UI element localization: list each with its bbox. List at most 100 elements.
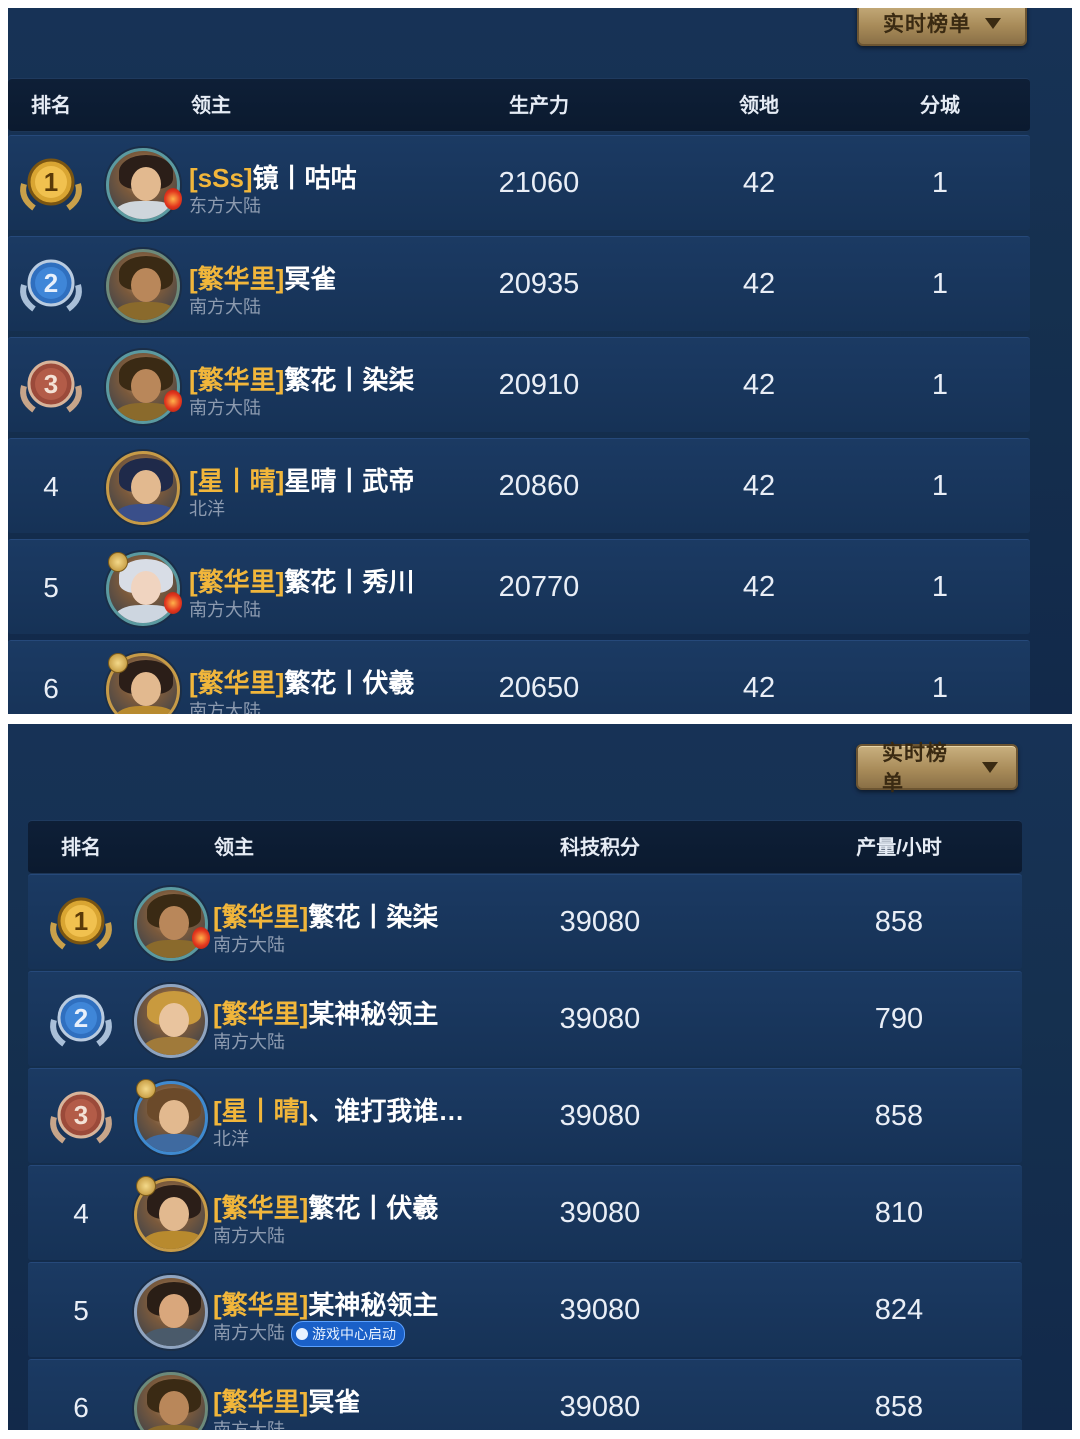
svg-text:1: 1	[44, 167, 58, 197]
dropdown-label: 实时榜单	[882, 742, 948, 795]
table-row[interactable]: 4 [星丨晴]星晴丨武帝 北洋 20860 42 1	[8, 438, 1030, 533]
lord-name[interactable]: [星丨晴]星晴丨武帝	[189, 461, 414, 498]
table-header: 排名 领主 科技积分 产量/小时	[28, 820, 1022, 874]
avatar[interactable]	[134, 984, 208, 1058]
avatar[interactable]	[134, 1275, 208, 1349]
rank-number: 4	[43, 471, 59, 502]
output-per-hour-value: 858	[874, 1391, 924, 1423]
header-lord: 领主	[191, 95, 231, 117]
lord-region: 东方大陆	[189, 196, 261, 216]
avatar[interactable]	[106, 249, 180, 323]
svg-text:2: 2	[74, 1003, 88, 1033]
silver-medal-icon: 2	[50, 994, 112, 1047]
lord-region: 南方大陆	[189, 701, 261, 714]
table-row[interactable]: 3 [繁华里]繁花丨染柒 南方大陆 20910 42 1	[8, 337, 1030, 432]
output-per-hour-value: 790	[874, 1003, 924, 1035]
lord-name[interactable]: [繁华里]繁花丨染柒	[189, 360, 414, 397]
avatar[interactable]	[134, 887, 208, 961]
svg-text:3: 3	[44, 369, 58, 399]
crown-badge-icon	[108, 653, 128, 673]
table-row[interactable]: 5 [繁华里]繁花丨秀川 南方大陆 20770 42 1	[8, 539, 1030, 634]
avatar[interactable]	[106, 148, 180, 222]
production-value: 20935	[498, 268, 580, 300]
rank-number: 4	[73, 1198, 89, 1229]
game-center-icon	[296, 1328, 308, 1341]
territory-value: 42	[742, 268, 776, 300]
header-output-per-hour: 产量/小时	[856, 837, 942, 859]
lantern-icon	[192, 927, 210, 949]
table-row[interactable]: 3 [星丨晴]、谁打我谁… 北洋 39080 858	[28, 1068, 1022, 1163]
table-row[interactable]: 1 [sSs]镜丨咕咕 东方大陆 21060 42 1	[8, 135, 1030, 230]
lord-name[interactable]: [繁华里]繁花丨染柒	[213, 897, 438, 934]
lord-region: 南方大陆	[213, 935, 285, 955]
table-row[interactable]: 6 [繁华里]冥雀 南方大陆 39080 858	[28, 1359, 1022, 1430]
territory-value: 42	[742, 571, 776, 603]
lord-region: 北洋	[189, 499, 225, 519]
output-per-hour-value: 858	[874, 906, 924, 938]
territory-value: 42	[742, 470, 776, 502]
lord-region: 北洋	[213, 1129, 249, 1149]
crown-badge-icon	[108, 552, 128, 572]
lord-name[interactable]: [星丨晴]、谁打我谁…	[213, 1091, 464, 1128]
lord-region: 南方大陆 游戏中心启动	[213, 1319, 405, 1348]
silver-medal-icon: 2	[20, 259, 82, 312]
realtime-ranking-dropdown[interactable]: 实时榜单	[857, 8, 1027, 46]
lantern-icon	[164, 592, 182, 614]
table-header: 排名 领主 生产力 领地 分城	[8, 78, 1030, 132]
lord-name[interactable]: [繁华里]繁花丨秀川	[189, 562, 414, 599]
caret-down-icon	[982, 761, 998, 773]
game-center-launch-badge[interactable]: 游戏中心启动	[291, 1321, 405, 1348]
lord-name[interactable]: [繁华里]某神秘领主	[213, 1285, 438, 1322]
branch-city-value: 1	[931, 571, 949, 603]
output-per-hour-value: 824	[874, 1294, 924, 1326]
branch-city-value: 1	[931, 167, 949, 199]
lantern-icon	[164, 390, 182, 412]
header-branch-city: 分城	[920, 95, 960, 117]
lord-name[interactable]: [sSs]镜丨咕咕	[189, 158, 357, 195]
table-row[interactable]: 2 [繁华里]冥雀 南方大陆 20935 42 1	[8, 236, 1030, 331]
branch-city-value: 1	[931, 672, 949, 704]
territory-value: 42	[742, 369, 776, 401]
rank-number: 6	[43, 673, 59, 704]
svg-text:1: 1	[74, 906, 88, 936]
lord-name[interactable]: [繁华里]某神秘领主	[213, 994, 438, 1031]
production-value: 20650	[498, 672, 580, 704]
table-row[interactable]: 5 [繁华里]某神秘领主 南方大陆 游戏中心启动 39080 824	[28, 1262, 1022, 1357]
branch-city-value: 1	[931, 268, 949, 300]
rank-number: 6	[73, 1392, 89, 1423]
lord-region: 南方大陆	[213, 1420, 285, 1430]
rank-number: 5	[43, 572, 59, 603]
lord-name[interactable]: [繁华里]繁花丨伏羲	[189, 663, 414, 700]
table-row[interactable]: 6 [繁华里]繁花丨伏羲 南方大陆 20650 42 1	[8, 640, 1030, 714]
gold-medal-icon: 1	[50, 897, 112, 950]
table-row[interactable]: 1 [繁华里]繁花丨染柒 南方大陆 39080 858	[28, 874, 1022, 969]
dropdown-label: 实时榜单	[883, 13, 971, 36]
output-per-hour-value: 810	[874, 1197, 924, 1229]
gold-medal-icon: 1	[20, 158, 82, 211]
output-per-hour-value: 858	[874, 1100, 924, 1132]
avatar[interactable]	[106, 350, 180, 424]
lord-region: 南方大陆	[213, 1226, 285, 1246]
lord-name[interactable]: [繁华里]冥雀	[189, 259, 336, 296]
table-row[interactable]: 2 [繁华里]某神秘领主 南方大陆 39080 790	[28, 971, 1022, 1066]
header-production: 生产力	[509, 95, 569, 117]
production-ranking-panel: 实时榜单 排名 领主 生产力 领地 分城 1 [sSs]镜丨咕咕 东方大陆 21…	[8, 8, 1072, 714]
tech-score-value: 39080	[559, 1003, 641, 1035]
realtime-ranking-dropdown[interactable]: 实时榜单	[856, 742, 1018, 795]
table-row[interactable]: 4 [繁华里]繁花丨伏羲 南方大陆 39080 810	[28, 1165, 1022, 1260]
lord-region: 南方大陆	[189, 297, 261, 317]
branch-city-value: 1	[931, 470, 949, 502]
tech-score-value: 39080	[559, 906, 641, 938]
production-value: 20860	[498, 470, 580, 502]
crown-badge-icon	[136, 1079, 156, 1099]
tech-ranking-panel: 实时榜单 排名 领主 科技积分 产量/小时 1 [繁华里]繁花丨染柒 南方大陆 …	[8, 724, 1072, 1430]
crown-badge-icon	[136, 1176, 156, 1196]
avatar[interactable]	[134, 1372, 208, 1430]
header-rank: 排名	[31, 95, 71, 117]
avatar[interactable]	[106, 451, 180, 525]
rank-number: 5	[73, 1295, 89, 1326]
lord-name[interactable]: [繁华里]冥雀	[213, 1382, 360, 1419]
header-rank: 排名	[61, 837, 101, 859]
production-value: 21060	[498, 167, 580, 199]
lord-name[interactable]: [繁华里]繁花丨伏羲	[213, 1188, 438, 1225]
